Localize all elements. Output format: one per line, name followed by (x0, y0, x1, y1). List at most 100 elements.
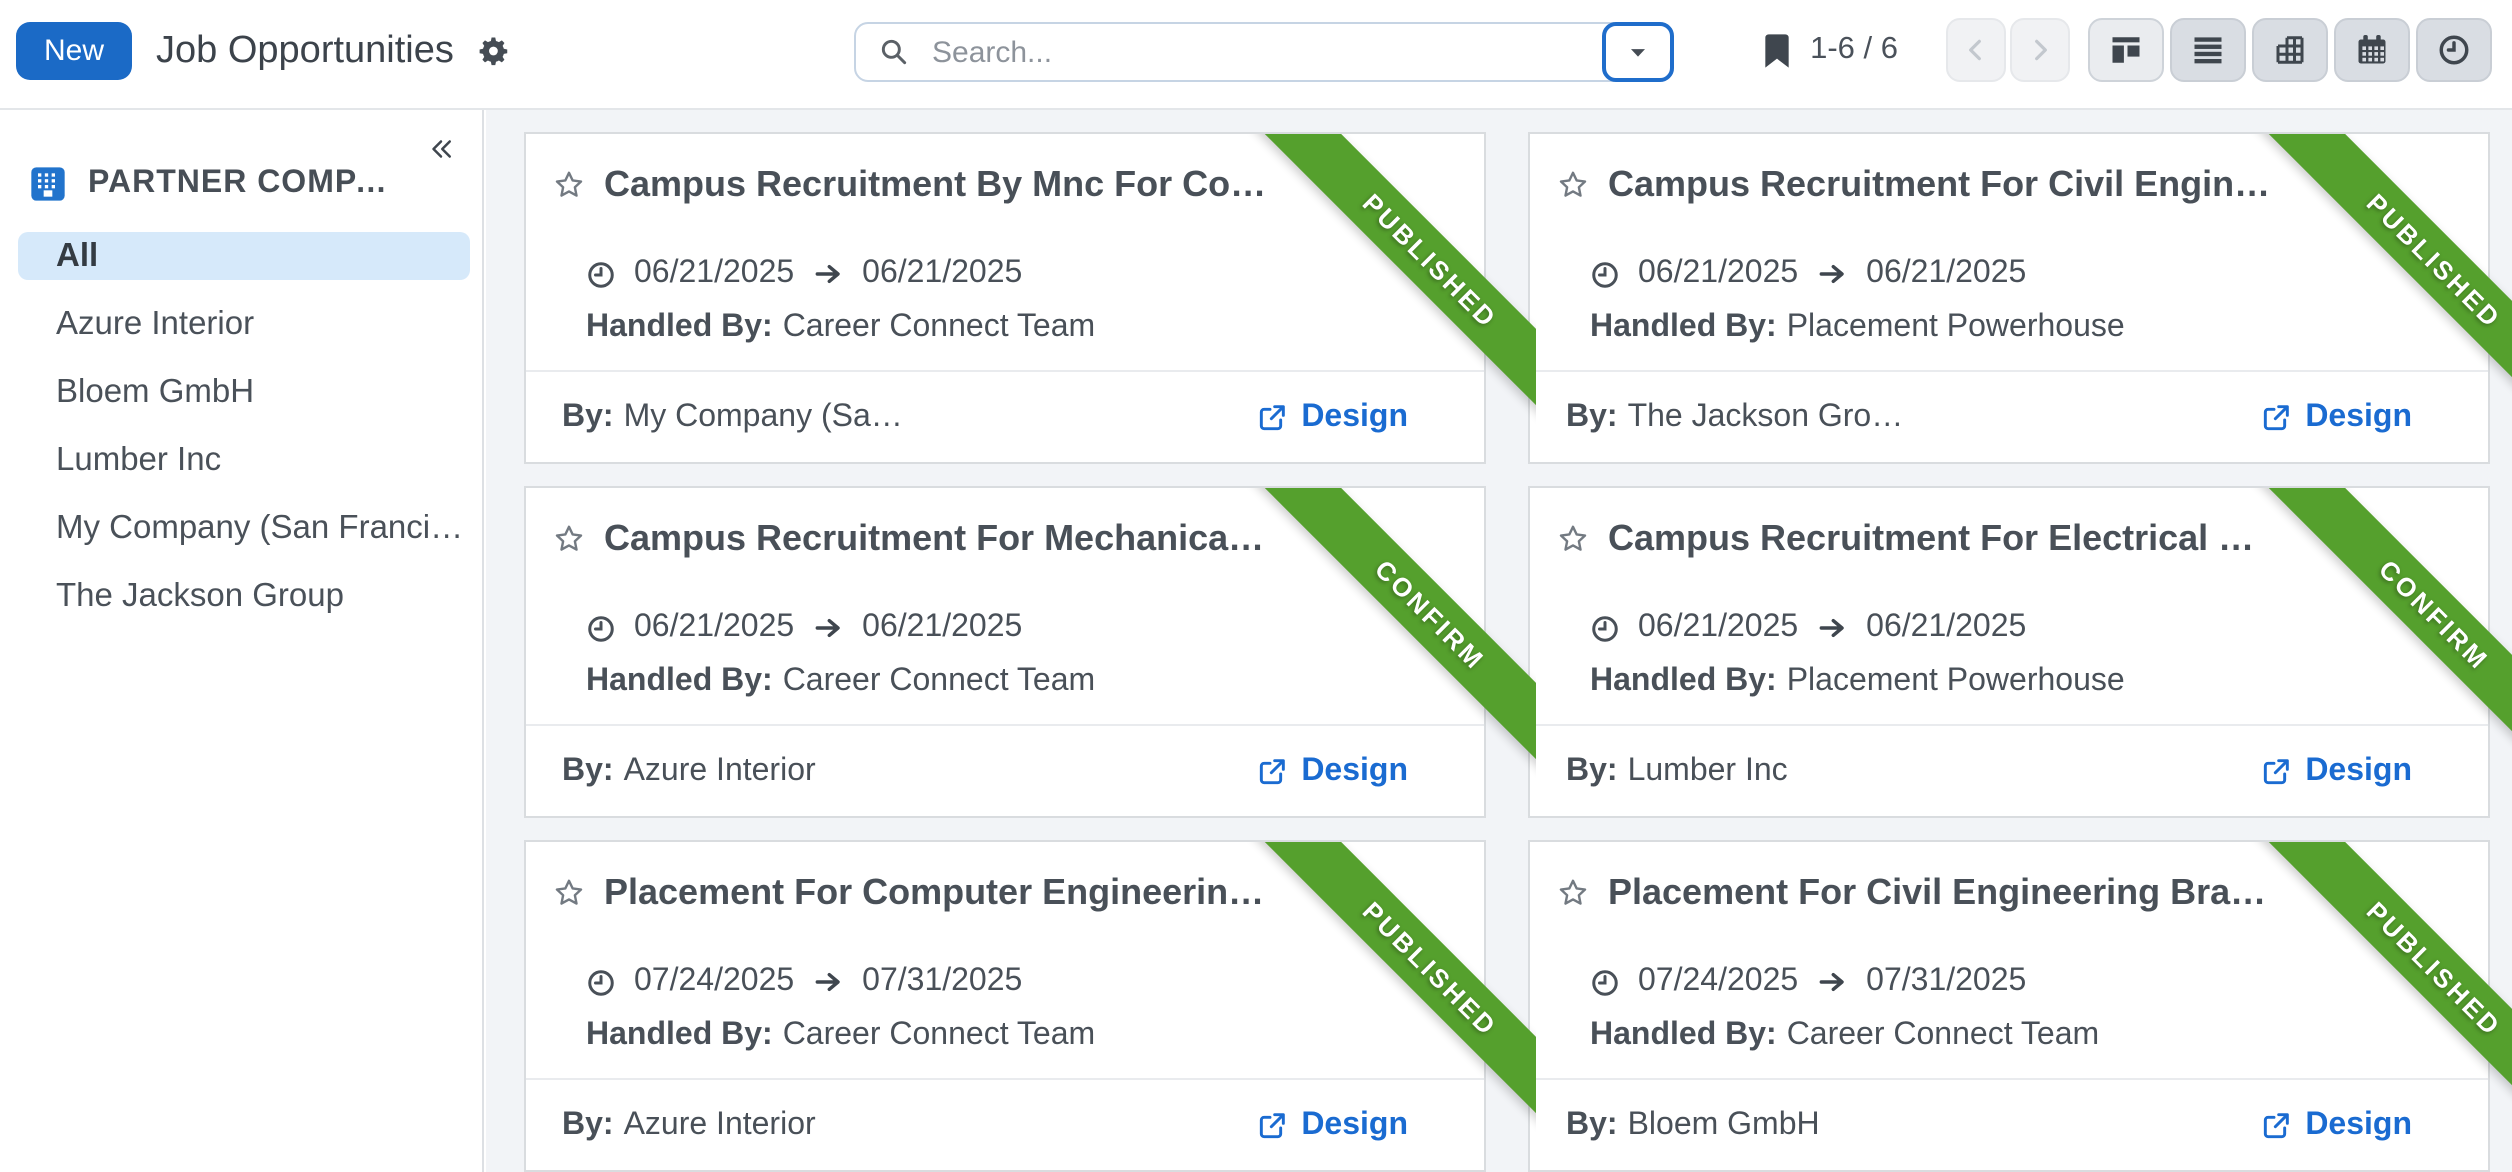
design-link[interactable]: Design (1255, 1107, 1408, 1143)
card-title[interactable]: Placement For Civil Engineering Bra… (1608, 872, 2266, 914)
handled-by-value: Career Connect Team (783, 1018, 1095, 1054)
favorite-star-icon[interactable] (552, 522, 586, 556)
design-link-label: Design (1301, 1107, 1408, 1143)
handled-by-label: Handled By: (1590, 664, 1777, 700)
calendar-view-icon[interactable] (2334, 18, 2410, 82)
by-label: By: (562, 1107, 614, 1143)
sidebar-item-label: My Company (San Franci… (56, 509, 463, 547)
search-options-toggle[interactable] (1602, 22, 1674, 82)
sidebar-section-header: PARTNER COMPANY (28, 164, 482, 204)
external-link-icon (2259, 755, 2291, 787)
start-date: 06/21/2025 (634, 610, 794, 646)
favorite-star-icon[interactable] (552, 876, 586, 910)
sidebar-item-label: Azure Interior (56, 305, 254, 343)
start-date: 07/24/2025 (1638, 964, 1798, 1000)
design-link[interactable]: Design (2259, 1107, 2412, 1143)
kanban-card[interactable]: Campus Recruitment By Mnc For Co… 06/21/… (524, 132, 1486, 464)
sidebar-item[interactable]: The Jackson Group (18, 572, 470, 620)
arrow-right-icon (1816, 966, 1848, 998)
card-footer: By: Azure Interior Design (526, 1078, 1484, 1170)
handled-by-value: Placement Powerhouse (1787, 664, 2125, 700)
kanban-card[interactable]: Campus Recruitment For Mechanica… 06/21/… (524, 486, 1486, 818)
design-link-label: Design (2305, 399, 2412, 435)
start-date: 06/21/2025 (1638, 256, 1798, 292)
external-link-icon (1255, 1109, 1287, 1141)
pivot-view-icon[interactable] (2252, 18, 2328, 82)
design-link[interactable]: Design (2259, 753, 2412, 789)
card-title[interactable]: Campus Recruitment For Electrical … (1608, 518, 2254, 560)
design-link[interactable]: Design (1255, 399, 1408, 435)
sidebar-item[interactable]: Lumber Inc (18, 436, 470, 484)
sidebar-section-title: PARTNER COMPANY (88, 166, 408, 202)
by-value: My Company (Sa… (624, 399, 903, 435)
arrow-right-icon (1816, 612, 1848, 644)
handled-by-value: Career Connect Team (783, 310, 1095, 346)
list-view-icon[interactable] (2170, 18, 2246, 82)
handled-by-label: Handled By: (586, 1018, 773, 1054)
sidebar-item-label: Bloem GmbH (56, 373, 254, 411)
external-link-icon (2259, 401, 2291, 433)
partner-company-sidebar: PARTNER COMPANY All Azure Interior Bloem… (0, 110, 484, 1172)
favorite-star-icon[interactable] (552, 168, 586, 202)
search-input[interactable] (928, 33, 1604, 71)
start-date: 07/24/2025 (634, 964, 794, 1000)
kanban-view: Campus Recruitment By Mnc For Co… 06/21/… (486, 110, 2512, 1172)
activity-view-icon[interactable] (2416, 18, 2492, 82)
design-link-label: Design (2305, 1107, 2412, 1143)
kanban-card[interactable]: Placement For Computer Engineerin… 07/24… (524, 840, 1486, 1172)
card-body: Placement For Computer Engineerin… 07/24… (526, 842, 1484, 1078)
sidebar-item[interactable]: My Company (San Franci… (18, 504, 470, 552)
end-date: 07/31/2025 (1866, 964, 2026, 1000)
kanban-grid: Campus Recruitment By Mnc For Co… 06/21/… (524, 132, 2490, 1172)
handled-by-value: Placement Powerhouse (1787, 310, 2125, 346)
by-label: By: (1566, 399, 1618, 435)
card-footer: By: The Jackson Gro… Design (1530, 370, 2488, 462)
handled-by-value: Career Connect Team (783, 664, 1095, 700)
favorite-star-icon[interactable] (1556, 168, 1590, 202)
new-button[interactable]: New (16, 22, 132, 80)
pager-previous-button[interactable] (1946, 18, 2006, 82)
card-body: Campus Recruitment By Mnc For Co… 06/21/… (526, 134, 1484, 370)
kanban-card[interactable]: Campus Recruitment For Electrical … 06/2… (1528, 486, 2490, 818)
by-value: Azure Interior (624, 753, 816, 789)
by-label: By: (562, 399, 614, 435)
sidebar-item[interactable]: All (18, 232, 470, 280)
collapse-sidebar-icon[interactable] (426, 134, 456, 164)
card-title[interactable]: Campus Recruitment By Mnc For Co… (604, 164, 1266, 206)
by-label: By: (1566, 753, 1618, 789)
card-title[interactable]: Campus Recruitment For Civil Engin… (1608, 164, 2270, 206)
search-bar (854, 22, 1674, 82)
end-date: 06/21/2025 (1866, 256, 2026, 292)
card-footer: By: My Company (Sa… Design (526, 370, 1484, 462)
card-footer: By: Bloem GmbH Design (1530, 1078, 2488, 1170)
bookmark-icon[interactable] (1762, 33, 1792, 67)
design-link-label: Design (2305, 753, 2412, 789)
end-date: 06/21/2025 (862, 610, 1022, 646)
sidebar-item-label: Lumber Inc (56, 441, 221, 479)
sidebar-item[interactable]: Bloem GmbH (18, 368, 470, 416)
pager-next-button[interactable] (2010, 18, 2070, 82)
arrow-right-icon (812, 612, 844, 644)
card-title[interactable]: Placement For Computer Engineerin… (604, 872, 1264, 914)
clock-icon (1590, 259, 1620, 289)
external-link-icon (2259, 1109, 2291, 1141)
card-title[interactable]: Campus Recruitment For Mechanica… (604, 518, 1264, 560)
card-body: Campus Recruitment For Mechanica… 06/21/… (526, 488, 1484, 724)
external-link-icon (1255, 401, 1287, 433)
end-date: 07/31/2025 (862, 964, 1022, 1000)
design-link[interactable]: Design (2259, 399, 2412, 435)
arrow-right-icon (812, 258, 844, 290)
gear-icon[interactable] (476, 34, 510, 68)
kanban-view-icon[interactable] (2088, 18, 2164, 82)
favorite-star-icon[interactable] (1556, 876, 1590, 910)
sidebar-item[interactable]: Azure Interior (18, 300, 470, 348)
clock-icon (586, 613, 616, 643)
favorite-star-icon[interactable] (1556, 522, 1590, 556)
clock-icon (1590, 613, 1620, 643)
handled-by-label: Handled By: (1590, 1018, 1777, 1054)
card-body: Campus Recruitment For Civil Engin… 06/2… (1530, 134, 2488, 370)
kanban-card[interactable]: Placement For Civil Engineering Bra… 07/… (1528, 840, 2490, 1172)
design-link[interactable]: Design (1255, 753, 1408, 789)
job-opportunities-app: New Job Opportunities 1-6 / 6 (0, 0, 2512, 1172)
kanban-card[interactable]: Campus Recruitment For Civil Engin… 06/2… (1528, 132, 2490, 464)
